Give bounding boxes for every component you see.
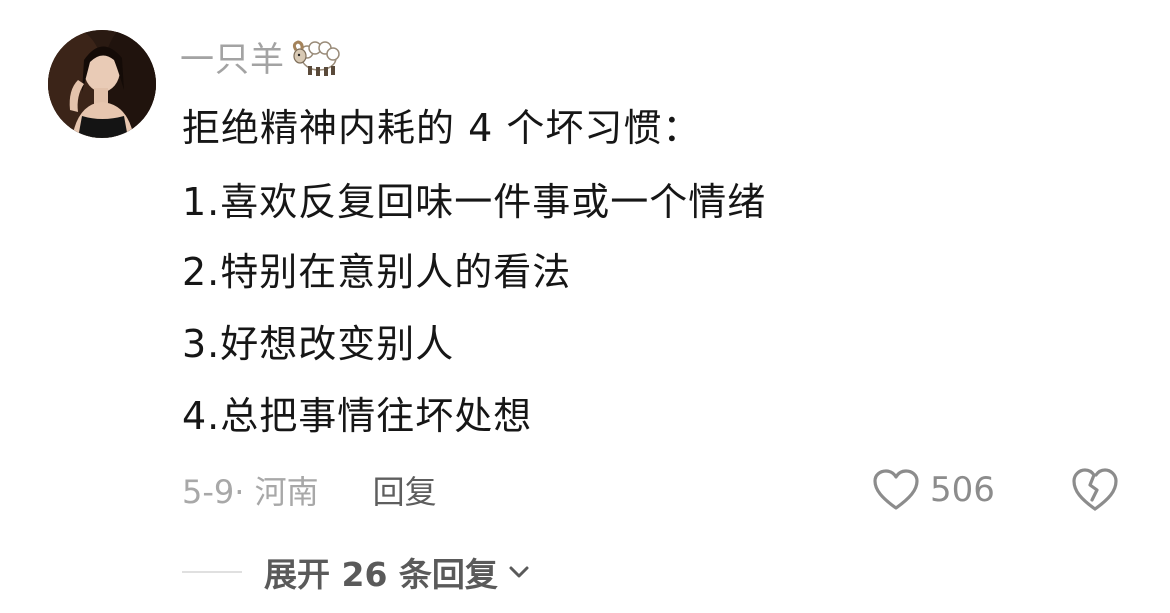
username[interactable]: 一只羊 <box>180 32 285 81</box>
broken-heart-icon <box>1072 468 1118 511</box>
chevron-down-icon <box>509 566 529 578</box>
reply-button[interactable]: 回复 <box>373 467 437 513</box>
comment-meta: 5-9· 河南 回复 <box>182 468 437 512</box>
avatar[interactable] <box>48 30 156 138</box>
comment-text-line: 3.好想改变别人 <box>182 322 455 366</box>
sheep-icon <box>292 40 340 76</box>
expand-replies-label: 展开 26 条回复 <box>264 555 498 594</box>
avatar-portrait <box>48 30 156 138</box>
comment-text-line: 4.总把事情往坏处想 <box>182 394 533 438</box>
like-button[interactable]: 506 <box>872 466 995 514</box>
expand-replies-button[interactable]: 展开 26 条回复 <box>264 548 532 596</box>
expand-replies-row: 展开 26 条回复 <box>182 550 532 594</box>
comment-text-heading: 拒绝精神内耗的 4 个坏习惯： <box>182 106 702 150</box>
comment-text-line: 2.特别在意别人的看法 <box>182 250 572 294</box>
like-count: 506 <box>930 470 995 510</box>
username-row: 一只羊 <box>180 30 341 82</box>
dislike-button[interactable] <box>1070 466 1120 514</box>
comment-text-line: 1.喜欢反复回味一件事或一个情绪 <box>182 180 767 224</box>
heart-icon <box>873 469 919 510</box>
divider <box>182 571 242 573</box>
date-location: 5-9· 河南 <box>182 473 319 511</box>
